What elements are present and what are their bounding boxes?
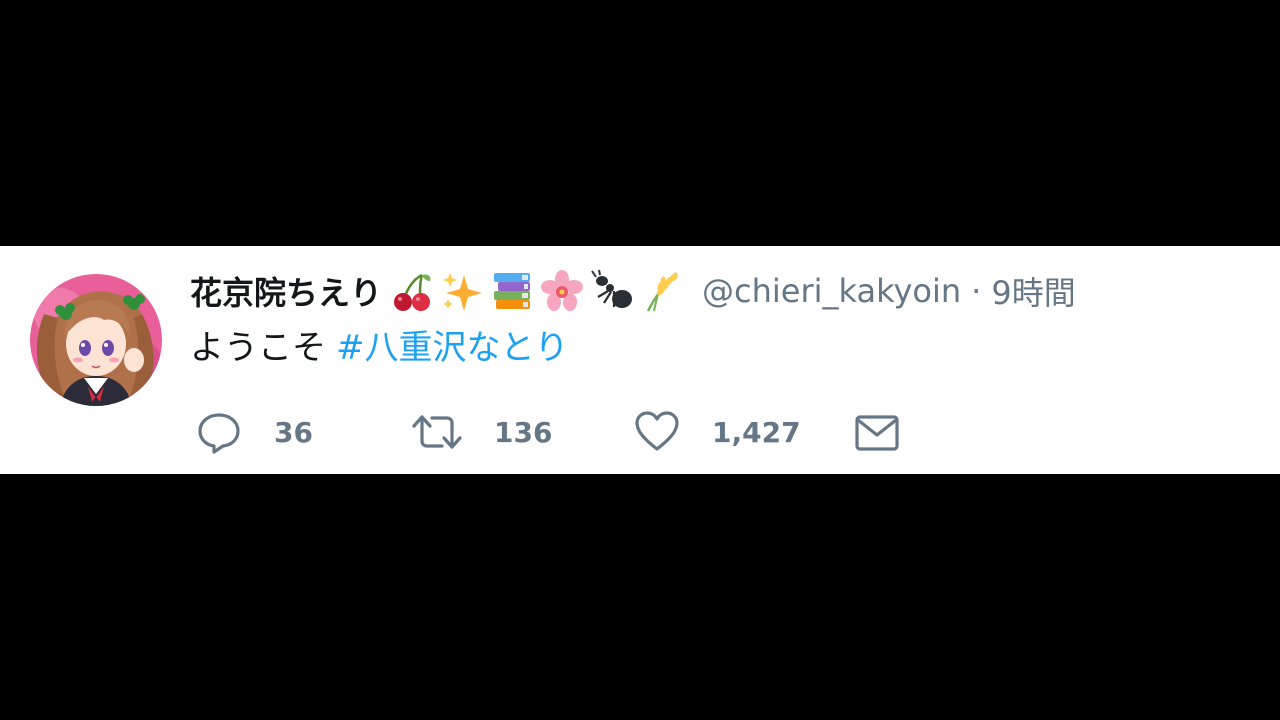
tweet-text-body: ようこそ [190, 328, 326, 368]
tweet-header: 花京院ちえり @chieri_kakyoin · 9時間 [190, 266, 1076, 316]
ant-icon [591, 269, 633, 308]
hashtag-link[interactable]: #八重沢なとり [336, 328, 569, 368]
user-handle[interactable]: @chieri_kakyoin [702, 272, 961, 310]
retweet-button[interactable]: 136 [412, 408, 552, 456]
cherries-icon [394, 273, 431, 311]
tweet-text: ようこそ #八重沢なとり [190, 320, 569, 369]
sparkles-icon [443, 273, 483, 311]
name-emojis [390, 269, 690, 313]
like-count: 1,427 [712, 415, 801, 449]
retweet-count: 136 [494, 415, 553, 449]
cherry-blossom-icon [541, 270, 584, 311]
rice-plant-icon [646, 272, 678, 312]
envelope-icon [855, 415, 899, 451]
reply-icon [198, 413, 240, 454]
tweet-card: 花京院ちえり @chieri_kakyoin · 9時間 ようこそ #八重沢なと… [0, 246, 1280, 474]
display-name[interactable]: 花京院ちえり [190, 268, 382, 314]
direct-message-button[interactable] [854, 408, 900, 456]
avatar-image [30, 274, 162, 406]
like-button[interactable]: 1,427 [634, 408, 801, 456]
books-icon [494, 273, 531, 309]
heart-icon [635, 411, 679, 451]
reply-button[interactable]: 36 [196, 408, 313, 456]
timestamp[interactable]: 9時間 [991, 268, 1075, 314]
header-separator: · [971, 272, 982, 310]
retweet-icon [412, 415, 462, 449]
avatar[interactable] [30, 274, 162, 406]
reply-count: 36 [274, 415, 313, 449]
